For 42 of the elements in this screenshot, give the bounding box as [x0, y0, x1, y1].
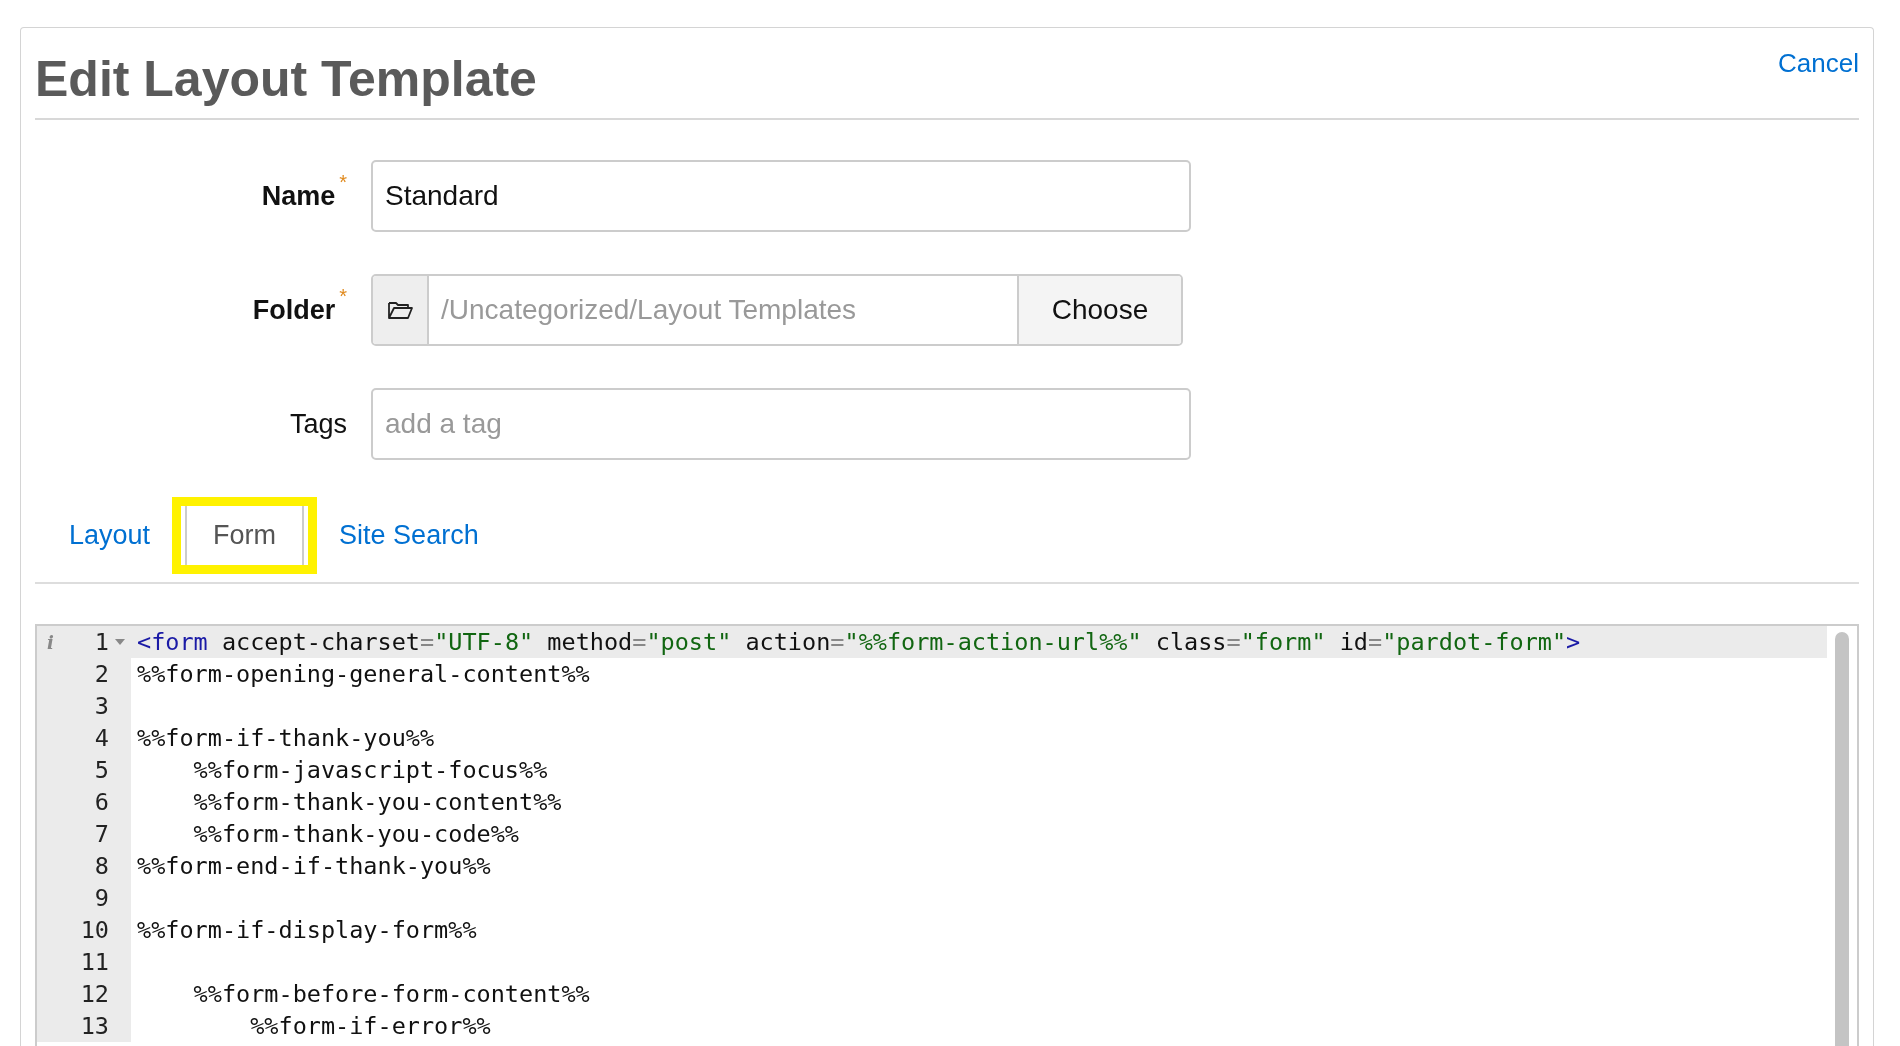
line-number: 2 [94, 660, 109, 688]
required-mark: * [339, 284, 347, 308]
cancel-link[interactable]: Cancel [1778, 48, 1859, 79]
field-label: Name [261, 180, 336, 212]
line-number: 13 [80, 1012, 109, 1040]
info-marker: i [47, 631, 54, 653]
tags-field[interactable]: add a tag [371, 388, 1191, 460]
line-number: 3 [94, 692, 109, 720]
code-line: %%form-thank-you-content%% [192, 788, 562, 816]
page-title: Edit Layout Template [35, 50, 537, 108]
scrollbar-thumb[interactable] [1835, 632, 1849, 1046]
line-number: 4 [94, 724, 109, 752]
line-number: 10 [80, 916, 109, 944]
code-line: %%form-thank-you-code%% [192, 820, 519, 848]
line-number: 9 [94, 884, 109, 912]
field-label: Folder [252, 294, 336, 326]
line-number: 7 [94, 820, 109, 848]
line-number: 11 [80, 948, 109, 976]
tab[interactable]: Site Search [327, 513, 491, 557]
line-number: 6 [94, 788, 109, 816]
code-line: <form accept-charset="UTF-8" method="post" action="%%form-action-url%%" class="form" id="pardot-form"> [137, 628, 1581, 656]
code-line: %%form-before-form-content%% [192, 980, 590, 1008]
folder-field[interactable]: /Uncategorized/Layout Templates Choose [371, 274, 1183, 346]
line-number: 1 [94, 628, 109, 656]
fold-caret-icon[interactable] [115, 639, 125, 645]
line-number: 5 [94, 756, 109, 784]
code-line: %%form-if-error%% [249, 1012, 491, 1040]
folder-icon[interactable] [373, 276, 429, 344]
field-label: Tags [289, 408, 347, 440]
required-mark: * [339, 170, 347, 194]
tab[interactable]: Layout [57, 513, 163, 557]
code-line: %%form-if-thank-you%% [137, 724, 435, 752]
tab[interactable]: Form [185, 505, 305, 565]
code-line: %%form-opening-general-content%% [137, 660, 590, 688]
code-line: %%form-javascript-focus%% [192, 756, 548, 784]
line-number: 12 [80, 980, 109, 1008]
code-line: %%form-if-display-form%% [137, 916, 477, 944]
line-number: 8 [94, 852, 109, 880]
choose-button[interactable]: Choose [1017, 276, 1181, 344]
code-editor[interactable] [35, 624, 1859, 1046]
code-line: %%form-end-if-thank-you%% [137, 852, 491, 880]
name-field[interactable]: Standard [371, 160, 1191, 232]
